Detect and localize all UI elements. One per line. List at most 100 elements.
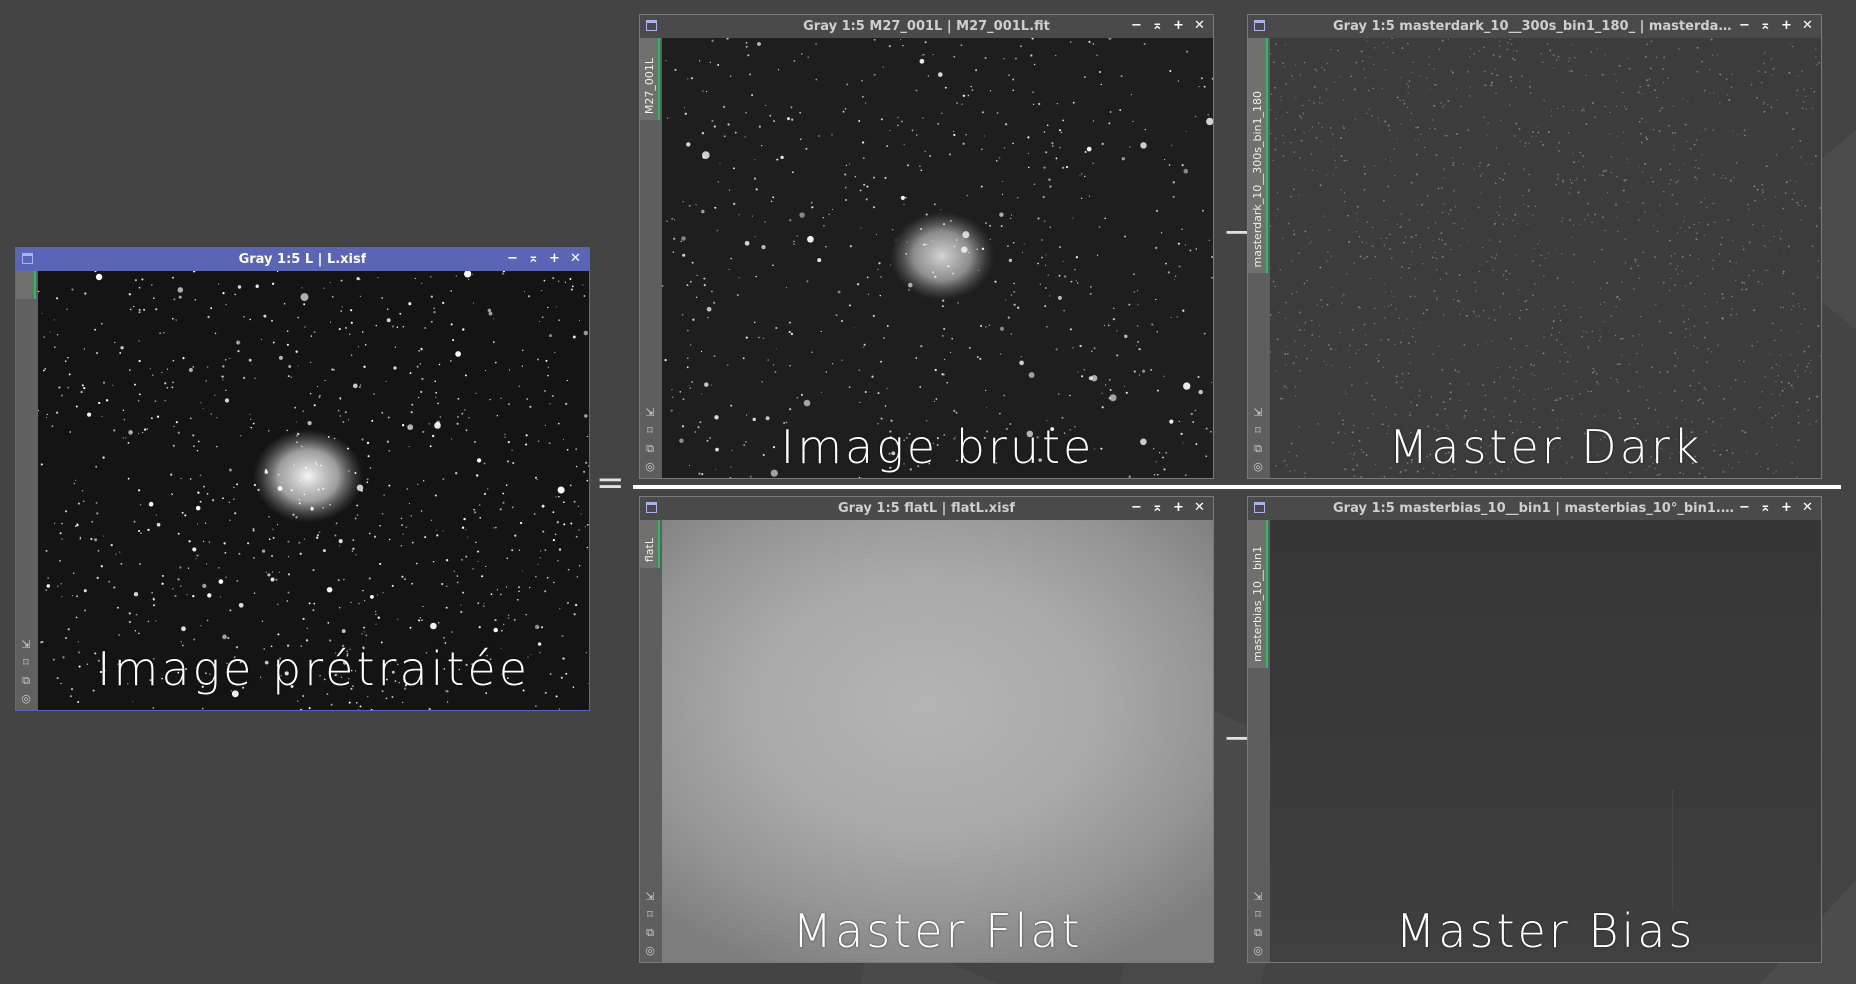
image-viewport[interactable]: Master Bias (1270, 520, 1821, 962)
window-icon[interactable] (1254, 20, 1265, 31)
star (433, 307, 435, 309)
window-titlebar[interactable]: Gray 1:5 masterdark_10__300s_bin1_180_ |… (1248, 15, 1821, 38)
image-viewport[interactable]: Master Dark (1270, 38, 1821, 478)
star (1793, 192, 1796, 194)
star (1374, 307, 1376, 310)
window-icon[interactable] (1254, 502, 1265, 513)
maximize-button[interactable]: + (547, 251, 562, 267)
minimize-button[interactable]: − (1737, 500, 1752, 516)
shade-button[interactable]: ⌅ (526, 251, 541, 267)
close-button[interactable]: ✕ (1800, 18, 1815, 34)
star (691, 381, 694, 383)
close-button[interactable]: ✕ (1192, 500, 1207, 516)
star (1604, 229, 1606, 232)
maximize-button[interactable]: + (1171, 500, 1186, 516)
zoom-fit-icon[interactable]: ⇲ (643, 890, 657, 904)
target-icon[interactable]: ◎ (643, 460, 657, 474)
shade-button[interactable]: ⌅ (1758, 500, 1773, 516)
window-titlebar[interactable]: Gray 1:5 masterbias_10__bin1 | masterbia… (1248, 497, 1821, 520)
view-tab[interactable]: masterbias_10__bin1 (1248, 520, 1268, 668)
view-tab[interactable]: M27_001L (640, 38, 660, 120)
clone-icon[interactable]: ⧉ (1251, 926, 1265, 940)
star (1685, 124, 1688, 126)
window-icon[interactable] (646, 20, 657, 31)
star (1274, 86, 1276, 89)
maximize-button[interactable]: + (1779, 18, 1794, 34)
star (1572, 109, 1574, 111)
close-button[interactable]: ✕ (1192, 18, 1207, 34)
star (338, 545, 340, 547)
star (1525, 308, 1528, 311)
close-button[interactable]: ✕ (1800, 500, 1815, 516)
zoom-fit-icon[interactable]: ⇲ (19, 638, 33, 652)
star (1144, 128, 1147, 131)
star (1586, 202, 1589, 204)
pan-icon[interactable]: ⌑ (643, 424, 657, 438)
preprocessed-image-window[interactable]: Gray 1:5 L | L.xisf − ⌅ + ✕ ⇲ ⌑ ⧉ ◎ Imag… (15, 247, 590, 711)
star (548, 442, 551, 445)
clone-icon[interactable]: ⧉ (643, 926, 657, 940)
star (276, 271, 279, 273)
star (298, 541, 301, 544)
shade-button[interactable]: ⌅ (1150, 18, 1165, 34)
minimize-button[interactable]: − (1737, 18, 1752, 34)
shade-button[interactable]: ⌅ (1150, 500, 1165, 516)
close-button[interactable]: ✕ (568, 251, 583, 267)
pan-icon[interactable]: ⌑ (19, 656, 33, 670)
star (817, 258, 822, 263)
star (277, 486, 283, 491)
star (1133, 291, 1136, 293)
clone-icon[interactable]: ⧉ (643, 442, 657, 456)
star (1403, 241, 1405, 244)
master-flat-window[interactable]: Gray 1:5 flatL | flatL.xisf − ⌅ + ✕ flat… (639, 496, 1214, 963)
zoom-fit-icon[interactable]: ⇲ (1251, 890, 1265, 904)
minimize-button[interactable]: − (505, 251, 520, 267)
maximize-button[interactable]: + (1171, 18, 1186, 34)
star (729, 477, 732, 478)
window-icon[interactable] (22, 253, 33, 264)
window-icon[interactable] (646, 502, 657, 513)
shade-button[interactable]: ⌅ (1758, 18, 1773, 34)
image-viewport[interactable]: Image prétraitée (38, 271, 589, 710)
star (494, 526, 497, 529)
clone-icon[interactable]: ⧉ (1251, 442, 1265, 456)
master-bias-window[interactable]: Gray 1:5 masterbias_10__bin1 | masterbia… (1247, 496, 1822, 963)
maximize-button[interactable]: + (1779, 500, 1794, 516)
star (1784, 192, 1787, 194)
target-icon[interactable]: ◎ (1251, 944, 1265, 958)
star (1498, 56, 1501, 58)
star (796, 396, 799, 399)
zoom-fit-icon[interactable]: ⇲ (1251, 406, 1265, 420)
star (1681, 399, 1684, 402)
target-icon[interactable]: ◎ (643, 944, 657, 958)
star (388, 449, 391, 452)
pan-icon[interactable]: ⌑ (643, 908, 657, 922)
view-tab[interactable]: masterdark_10__300s_bin1_180 (1248, 38, 1268, 273)
zoom-fit-icon[interactable]: ⇲ (643, 406, 657, 420)
target-icon[interactable]: ◎ (1251, 460, 1265, 474)
target-icon[interactable]: ◎ (19, 692, 33, 706)
star (1303, 329, 1306, 331)
pan-icon[interactable]: ⌑ (1251, 424, 1265, 438)
star (1709, 92, 1711, 94)
star (478, 625, 481, 629)
star (473, 440, 477, 444)
view-tab[interactable] (16, 271, 36, 299)
image-viewport[interactable]: Image brute (662, 38, 1213, 478)
minimize-button[interactable]: − (1129, 500, 1144, 516)
star (1373, 398, 1376, 401)
minimize-button[interactable]: − (1129, 18, 1144, 34)
pan-icon[interactable]: ⌑ (1251, 908, 1265, 922)
window-titlebar[interactable]: Gray 1:5 flatL | flatL.xisf − ⌅ + ✕ (640, 497, 1213, 520)
window-titlebar[interactable]: Gray 1:5 L | L.xisf − ⌅ + ✕ (16, 248, 589, 271)
image-viewport[interactable]: Master Flat (662, 520, 1213, 962)
star (79, 538, 81, 540)
view-tab[interactable]: flatL (640, 520, 660, 568)
master-dark-window[interactable]: Gray 1:5 masterdark_10__300s_bin1_180_ |… (1247, 14, 1822, 479)
star (192, 366, 195, 368)
star (1113, 307, 1115, 310)
star (1801, 107, 1804, 110)
raw-image-window[interactable]: Gray 1:5 M27_001L | M27_001L.fit − ⌅ + ✕… (639, 14, 1214, 479)
window-titlebar[interactable]: Gray 1:5 M27_001L | M27_001L.fit − ⌅ + ✕ (640, 15, 1213, 38)
clone-icon[interactable]: ⧉ (19, 674, 33, 688)
